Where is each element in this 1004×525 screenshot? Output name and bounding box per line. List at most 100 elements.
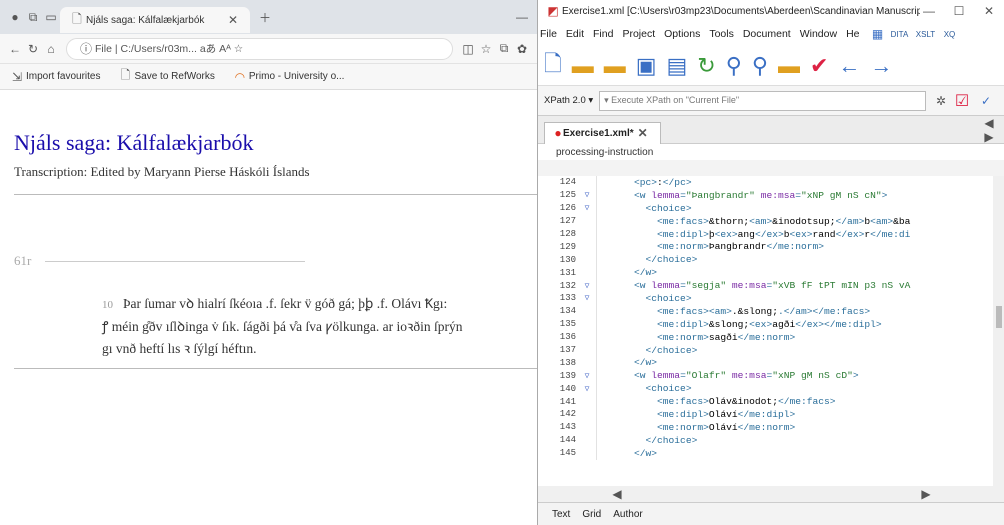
code-line[interactable]: 141 <me:facs>Oláv&inodot;</me:facs>	[538, 395, 993, 409]
code-line[interactable]: 136 <me:norm>sagði</me:norm>	[538, 330, 993, 344]
code-line[interactable]: 144 </choice>	[538, 433, 993, 447]
menu-options[interactable]: Options	[664, 28, 700, 40]
code-line[interactable]: 130 </choice>	[538, 253, 993, 267]
line-number: 127	[559, 216, 576, 227]
menu-find[interactable]: Find	[593, 28, 613, 40]
code-token: Oláví	[708, 408, 738, 420]
open-url-icon[interactable]: ▬	[604, 53, 626, 79]
tab-exercise1[interactable]: ● Exercise1.xml* ✕	[544, 121, 661, 144]
mode-grid[interactable]: Grid	[582, 509, 601, 520]
validate-icon[interactable]: ✔	[810, 53, 828, 79]
save-icon[interactable]: ▣	[636, 53, 657, 79]
spellcheck-icon[interactable]: ✓	[974, 94, 998, 108]
profile-icon[interactable]: ●	[6, 10, 24, 24]
print-icon[interactable]: ▤	[667, 53, 688, 79]
xpath-input[interactable]: ▾ Execute XPath on "Current File"	[599, 90, 926, 111]
fav-import[interactable]: ⇲ Import favourites	[8, 70, 101, 84]
code-line[interactable]: 131 </w>	[538, 266, 993, 280]
code-line[interactable]: 127 <me:facs>&thorn;<am>&inodotsup;</am>…	[538, 214, 993, 228]
code-line[interactable]: 132 ▽ <w lemma="segja" me:msa="xVB fF tPT …	[538, 279, 993, 293]
tab-nav-icon[interactable]: ◀ ▶	[980, 116, 998, 144]
fold-toggle-icon[interactable]: ▽	[578, 203, 596, 213]
menu-tools[interactable]: Tools	[709, 28, 734, 40]
code-line[interactable]: 125 ▽ <w lemma="Þangbrandr" me:msa="xNP gM…	[538, 188, 993, 202]
check-icon[interactable]: ☑	[950, 91, 974, 111]
favourites-icon[interactable]: ☆	[477, 42, 495, 56]
fold-toggle-icon[interactable]: ▽	[578, 281, 596, 291]
code-line[interactable]: 139 ▽ <w lemma="Olafr" me:msa="xNP gM nS c…	[538, 369, 993, 383]
xq-icon[interactable]: XQ	[939, 30, 961, 39]
code-line[interactable]: 133 ▽ <choice>	[538, 292, 993, 305]
code-line[interactable]: 126 ▽ <choice>	[538, 201, 993, 215]
fold-toggle-icon[interactable]: ▽	[578, 190, 596, 200]
dita-icon[interactable]: DITA	[887, 30, 913, 39]
menu-help[interactable]: He	[846, 28, 859, 40]
menu-file[interactable]: File	[540, 28, 557, 40]
code-area[interactable]: 124 <pc>:</pc> 125 ▽ <w lemma="Þangbrandr" m…	[538, 176, 993, 486]
minimize-icon[interactable]: —	[513, 10, 531, 24]
code-line[interactable]: 137 </choice>	[538, 343, 993, 357]
line-number: 132	[559, 280, 576, 291]
fav-primo[interactable]: ◠ Primo - University o...	[231, 70, 345, 84]
code-line[interactable]: 142 <me:dipl>Oláví</me:dipl>	[538, 408, 993, 421]
close-tab-icon[interactable]: ✕	[634, 126, 652, 140]
code-line[interactable]: 135 <me:dipl>&slong;<ex>agði</ex></me:di…	[538, 317, 993, 331]
mode-author[interactable]: Author	[613, 509, 642, 520]
browser-tab[interactable]: 🗋 Njáls saga: Kálfalækjarbók ✕	[60, 7, 250, 33]
code-text: <me:dipl>Oláví</me:dipl>	[602, 409, 795, 420]
scroll-right-icon[interactable]: ▶	[917, 487, 935, 501]
workspaces-icon[interactable]: ⧉	[24, 10, 42, 25]
fold-toggle-icon[interactable]: ▽	[578, 371, 596, 381]
code-token: me:msa	[726, 280, 767, 292]
horizontal-scrollbar[interactable]: ◀ ▶	[538, 486, 1004, 502]
vertical-scrollbar[interactable]	[993, 176, 1004, 486]
open-project-icon[interactable]: ▬	[778, 53, 800, 79]
code-line[interactable]: 145 </w>	[538, 446, 993, 460]
home-icon[interactable]: ⌂	[42, 42, 60, 56]
find-files-icon[interactable]: ⚲	[752, 53, 768, 79]
refresh-icon[interactable]: ↻	[24, 42, 42, 56]
code-line[interactable]: 129 <me:norm>Þangbrandr</me:norm>	[538, 240, 993, 254]
menu-window[interactable]: Window	[800, 28, 837, 40]
xslt-icon[interactable]: XSLT	[913, 30, 939, 39]
code-line[interactable]: 143 <me:norm>Oláví</me:norm>	[538, 420, 993, 434]
new-tab-icon[interactable]: ＋	[256, 9, 274, 26]
back-icon[interactable]: ←	[838, 53, 860, 79]
folio-label: 61r	[14, 253, 32, 268]
forward-icon[interactable]: →	[870, 53, 892, 79]
new-file-icon[interactable]: 🗋	[544, 47, 562, 85]
menu-project[interactable]: Project	[622, 28, 655, 40]
fold-toggle-icon[interactable]: ▽	[578, 293, 596, 303]
close-icon[interactable]: ✕	[980, 4, 998, 18]
split-screen-icon[interactable]: ◫	[459, 42, 477, 56]
reload-icon[interactable]: ↻	[697, 53, 715, 79]
menu-edit[interactable]: Edit	[566, 28, 584, 40]
code-line[interactable]: 140 ▽ <choice>	[538, 382, 993, 396]
fold-toggle-icon[interactable]: ▽	[578, 384, 596, 394]
back-icon[interactable]: ←	[6, 42, 24, 56]
address-bar[interactable]: ⓘ File | C:/Users/r03m... aあ Aᴬ ☆	[66, 37, 453, 60]
code-line[interactable]: 134 <me:facs><am>.&slong;.</am></me:facs…	[538, 304, 993, 318]
fav-refworks[interactable]: 🗋 Save to RefWorks	[116, 66, 215, 87]
collections-icon[interactable]: ⧉	[495, 41, 513, 56]
open-folder-icon[interactable]: ▬	[572, 53, 594, 79]
find-icon[interactable]: ⚲	[726, 53, 742, 79]
settings-icon[interactable]: ✲	[932, 94, 950, 108]
close-tab-icon[interactable]: ✕	[224, 13, 242, 27]
breadcrumb[interactable]: processing-instruction	[538, 144, 1004, 160]
line-number: 143	[559, 422, 576, 433]
code-line[interactable]: 138 </w>	[538, 356, 993, 370]
xpath-version-select[interactable]: XPath 2.0 ▾	[544, 95, 593, 106]
extensions-icon[interactable]: ✿	[513, 42, 531, 56]
scroll-thumb[interactable]	[996, 306, 1002, 328]
minimize-icon[interactable]: —	[920, 4, 938, 18]
layout-icon[interactable]: ▦	[869, 27, 887, 41]
mode-text[interactable]: Text	[552, 509, 570, 520]
maximize-icon[interactable]: ☐	[950, 4, 968, 18]
tab-actions-icon[interactable]: ▭	[42, 10, 60, 24]
scroll-left-icon[interactable]: ◀	[608, 487, 626, 501]
code-line[interactable]: 128 <me:dipl>þ<ex>ang</ex>b<ex>rand</ex>…	[538, 227, 993, 241]
code-line[interactable]: 124 <pc>:</pc>	[538, 176, 993, 189]
menu-document[interactable]: Document	[743, 28, 791, 40]
